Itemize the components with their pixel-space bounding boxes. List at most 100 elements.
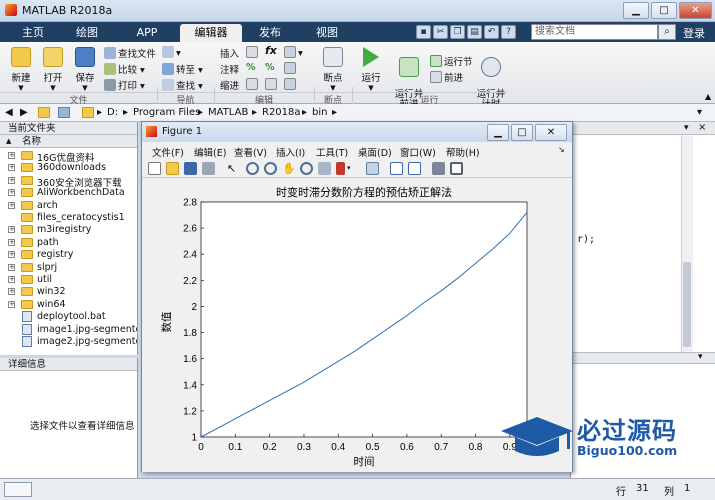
list-item[interactable]: image2.jpg-segmente... (0, 336, 137, 348)
path-segment[interactable]: R2018a (262, 107, 301, 118)
run-section-button[interactable]: 运行节 (430, 54, 473, 68)
menu-view[interactable]: 查看(V) (234, 145, 267, 159)
forward-icon[interactable]: ▶ (20, 107, 28, 118)
goto-button[interactable]: 转至 ▾ (162, 62, 203, 76)
list-item[interactable]: deploytool.bat (0, 311, 137, 323)
new-button[interactable]: 新建 ▼ (6, 47, 36, 92)
list-item[interactable]: + win32 (0, 286, 137, 298)
save-figure-icon[interactable] (184, 162, 197, 175)
expand-icon[interactable]: + (8, 176, 15, 184)
minimize-button[interactable]: ▁ (623, 2, 649, 19)
menu-help[interactable]: 帮助(H) (446, 145, 480, 159)
run-button[interactable]: 运行 ▼ (356, 47, 386, 92)
list-item[interactable]: files_ceratocystis1 (0, 212, 137, 224)
maximize-button[interactable]: □ (651, 2, 677, 19)
zoom-out-icon[interactable] (264, 162, 277, 175)
tab-apps[interactable]: APP (117, 24, 177, 42)
legend-icon[interactable] (408, 162, 421, 175)
pan-icon[interactable]: ✋ (282, 162, 296, 175)
find-button[interactable]: 查找 ▾ (162, 78, 203, 92)
rotate-3d-icon[interactable] (300, 162, 313, 175)
login-link[interactable]: 登录 (683, 25, 705, 41)
help-icon[interactable]: ? (501, 25, 516, 39)
editor-dropdown-icon[interactable]: ▾ (684, 123, 689, 133)
undo-icon[interactable]: ↶ (484, 25, 499, 39)
comment-percent-icon[interactable]: % (246, 62, 256, 73)
address-dropdown-icon[interactable]: ▾ (697, 107, 702, 118)
expand-icon[interactable]: + (8, 226, 15, 234)
list-item[interactable]: image1.jpg-segmente... (0, 323, 137, 336)
path-segment[interactable]: bin (312, 107, 327, 118)
zoom-in-icon[interactable] (246, 162, 259, 175)
quick-save-icon[interactable]: ▪ (416, 25, 431, 39)
colorbar-icon[interactable] (390, 162, 403, 175)
browse-folder-icon[interactable] (58, 107, 70, 118)
path-segment[interactable]: D: (107, 107, 118, 118)
search-icon[interactable]: ⌕ (658, 24, 676, 40)
save-button[interactable]: 保存 ▼ (70, 47, 100, 92)
expand-icon[interactable]: + (8, 300, 15, 308)
list-item[interactable]: +360downloads (0, 162, 137, 174)
list-item[interactable]: + win64 (0, 299, 137, 311)
expand-icon[interactable]: + (8, 276, 15, 283)
list-item[interactable]: + arch (0, 200, 137, 212)
tab-view[interactable]: 视图 (302, 24, 352, 42)
figure-maximize-button[interactable]: □ (511, 124, 533, 141)
expand-icon[interactable]: + (8, 152, 15, 159)
insert-button[interactable]: 插入 (220, 46, 239, 60)
tab-home[interactable]: 主页 (8, 24, 58, 42)
indent-icon[interactable] (246, 78, 260, 91)
decrease-indent-icon[interactable] (284, 78, 298, 91)
up-folder-icon[interactable] (38, 107, 50, 118)
comment-button[interactable]: 注释 (220, 62, 239, 76)
tab-plots[interactable]: 绘图 (62, 24, 112, 42)
insert-section-icon[interactable] (246, 46, 260, 59)
dock-icon[interactable]: ↘ (558, 145, 565, 154)
figure-minimize-button[interactable]: ▁ (487, 124, 509, 141)
command-dropdown-icon[interactable]: ▾ (698, 352, 703, 362)
back-nav-button[interactable]: ▾ (162, 46, 181, 59)
expand-icon[interactable]: + (8, 263, 15, 271)
path-segment[interactable]: Program Files (133, 107, 200, 118)
list-item[interactable]: +16G优盘资料 (0, 150, 137, 164)
status-grip[interactable] (4, 482, 32, 497)
expand-icon[interactable]: + (8, 189, 15, 197)
expand-icon[interactable]: + (8, 238, 15, 246)
code-line[interactable]: r); (577, 234, 595, 245)
print-button[interactable]: 打印 ▾ (104, 78, 145, 92)
find-files-button[interactable]: 查找文件 (104, 46, 156, 60)
editor-close-icon[interactable]: × (698, 122, 706, 133)
list-item[interactable]: + m3iregistry (0, 224, 137, 236)
quick-cut-icon[interactable]: ✂ (433, 25, 448, 39)
print-figure-icon[interactable] (202, 162, 215, 175)
expand-icon[interactable]: + (8, 164, 15, 172)
menu-tools[interactable]: 工具(T) (316, 145, 348, 159)
breakpoints-button[interactable]: 断点 ▼ (318, 47, 348, 92)
new-figure-icon[interactable] (148, 162, 161, 175)
insert-options-icon[interactable]: ▾ (284, 46, 303, 59)
brush-dropdown-icon[interactable]: ▾ (347, 162, 360, 175)
compare-button[interactable]: 比较 ▾ (104, 62, 145, 76)
list-item[interactable]: +360安全浏览器下载 (0, 175, 137, 189)
data-cursor-icon[interactable] (318, 162, 331, 175)
fx-icon[interactable]: fx (265, 44, 277, 57)
expand-icon[interactable]: + (8, 251, 15, 259)
menu-window[interactable]: 窗口(W) (400, 145, 436, 159)
quick-copy-icon[interactable]: ❐ (450, 25, 465, 39)
menu-insert[interactable]: 插入(I) (276, 145, 305, 159)
list-item[interactable]: + path (0, 237, 137, 249)
tab-publish[interactable]: 发布 (245, 24, 295, 42)
expand-icon[interactable]: + (8, 201, 15, 209)
collapse-ribbon-icon[interactable]: ▲ (705, 92, 711, 101)
back-icon[interactable]: ◀ (5, 107, 13, 118)
link-plot-icon[interactable] (366, 162, 379, 175)
expand-icon[interactable]: + (8, 288, 15, 296)
list-item[interactable]: + util (0, 274, 137, 286)
list-item[interactable]: + slprj (0, 262, 137, 274)
list-item[interactable]: + registry (0, 249, 137, 261)
path-segment[interactable]: MATLAB (208, 107, 248, 118)
tab-editor[interactable]: 编辑器 (180, 24, 242, 42)
list-item[interactable]: + AliWorkbenchData (0, 187, 137, 199)
menu-desktop[interactable]: 桌面(D) (358, 145, 392, 159)
quick-paste-icon[interactable]: ▤ (467, 25, 482, 39)
